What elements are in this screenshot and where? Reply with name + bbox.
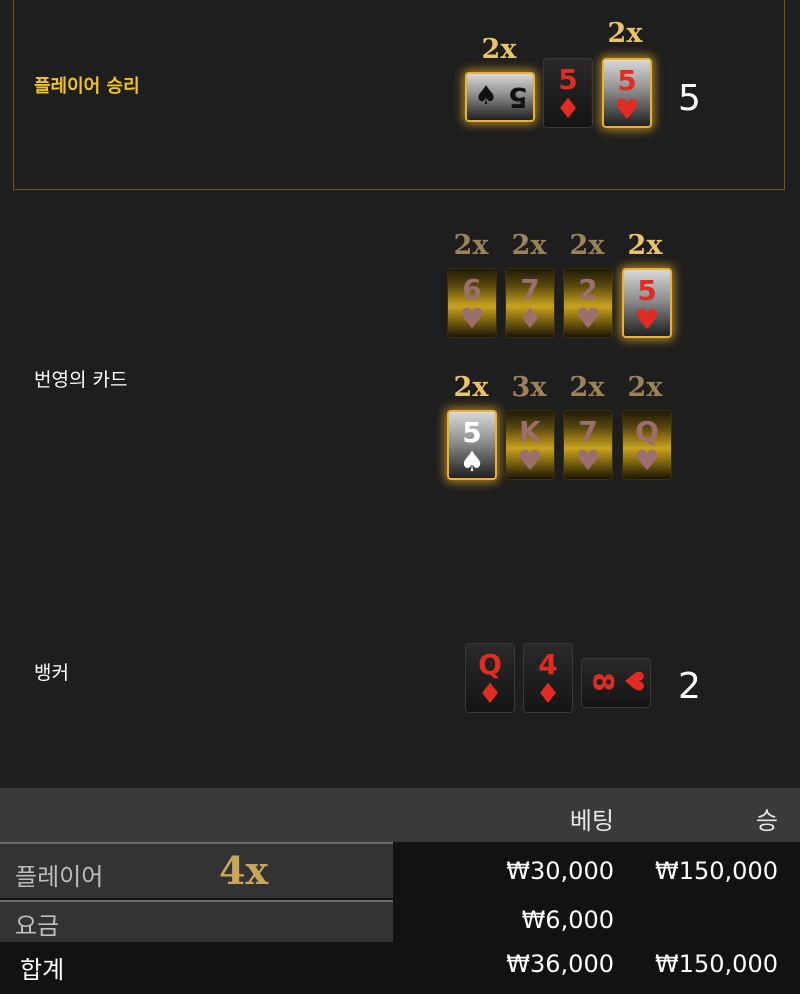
- card-rank: Q: [635, 415, 659, 448]
- lucky-row2-card1: 5 ♠: [447, 410, 497, 480]
- lucky-row2-card4: Q ♥: [622, 410, 672, 480]
- heart-icon: ♥: [575, 444, 601, 477]
- player-card-3-multiplier: 2x: [607, 18, 643, 49]
- win-column-header: 승: [755, 807, 778, 835]
- player-win-label: 플레이어 승리: [34, 76, 140, 97]
- lucky-row1-card1: 6 ♥: [447, 268, 497, 338]
- total-row-label: 합계: [20, 956, 65, 984]
- heart-icon: ♥: [459, 302, 485, 335]
- card-rank: 8: [587, 672, 620, 692]
- total-row-win: ₩150,000: [655, 950, 778, 978]
- player-card-3: 5 ♥: [602, 58, 652, 128]
- card-rank: 7: [578, 415, 598, 448]
- diamond-icon: ♦: [477, 677, 503, 710]
- player-row-multiplier: 4x: [219, 848, 269, 893]
- banker-card-1: Q ♦: [465, 643, 515, 713]
- lucky-row2-card3: 7 ♥: [563, 410, 613, 480]
- diamond-icon: ♦: [535, 677, 561, 710]
- fee-row-bet: ₩6,000: [521, 906, 614, 934]
- banker-card-2: 4 ♦: [523, 643, 573, 713]
- card-rank: 2: [578, 273, 598, 306]
- lucky-row2-card4-multiplier: 2x: [627, 372, 663, 403]
- lucky-cards-label: 번영의 카드: [34, 369, 128, 391]
- heart-icon: ♥: [634, 444, 660, 477]
- spade-icon: ♠: [474, 81, 498, 111]
- lucky-row2-card2-multiplier: 3x: [511, 372, 547, 403]
- diamond-icon: ♦: [555, 92, 581, 125]
- card-rank: Q: [478, 648, 502, 681]
- card-rank: 4: [538, 648, 558, 681]
- banker-label: 뱅커: [34, 662, 69, 684]
- table-header: 베팅 승: [0, 788, 800, 842]
- lucky-row1-card3-multiplier: 2x: [569, 230, 605, 261]
- card-rank: 7: [520, 273, 540, 306]
- heart-icon: ♥: [575, 302, 601, 335]
- bet-column-header: 베팅: [569, 807, 614, 835]
- lucky-row1-card4: 5 ♥: [622, 268, 672, 338]
- player-row-label: 플레이어: [15, 863, 104, 891]
- table-row: 플레이어 4x ₩30,000 ₩150,000: [0, 842, 800, 900]
- heart-icon: ♥: [618, 669, 648, 693]
- lucky-row1-card3: 2 ♥: [563, 268, 613, 338]
- table-row-total: 합계 ₩36,000 ₩150,000: [0, 942, 800, 994]
- spade-icon: ♠: [459, 445, 485, 478]
- fee-row-label: 요금: [15, 912, 60, 940]
- card-rank: 5: [637, 274, 657, 307]
- lucky-row1-card4-multiplier: 2x: [627, 230, 663, 261]
- banker-total: 2: [678, 666, 701, 707]
- lucky-row1-card2: 7 ♦: [505, 268, 555, 338]
- lucky-row2-card3-multiplier: 2x: [569, 372, 605, 403]
- card-rank: 5: [617, 64, 637, 97]
- heart-icon: ♥: [614, 93, 640, 126]
- card-rank: 5: [558, 63, 578, 96]
- card-rank: 5: [508, 81, 528, 114]
- player-card-1-multiplier: 2x: [481, 34, 517, 65]
- card-rank: 5: [462, 416, 482, 449]
- heart-icon: ♥: [634, 303, 660, 336]
- total-row-bet: ₩36,000: [506, 950, 614, 978]
- table-row: 요금 ₩6,000: [0, 900, 800, 942]
- card-rank: K: [519, 415, 541, 448]
- lucky-row1-card2-multiplier: 2x: [511, 230, 547, 261]
- lucky-row2-card2: K ♥: [505, 410, 555, 480]
- card-rank: 6: [462, 273, 482, 306]
- player-card-1: ♠ 5: [465, 72, 535, 122]
- player-total: 5: [678, 78, 701, 119]
- player-row-win: ₩150,000: [655, 857, 778, 885]
- player-card-2: 5 ♦: [543, 58, 593, 128]
- diamond-icon: ♦: [517, 302, 543, 335]
- lucky-row1-card1-multiplier: 2x: [453, 230, 489, 261]
- banker-card-3: 8 ♥: [581, 658, 651, 708]
- player-row-bet: ₩30,000: [506, 857, 614, 885]
- heart-icon: ♥: [517, 444, 543, 477]
- lucky-row2-card1-multiplier: 2x: [453, 372, 489, 403]
